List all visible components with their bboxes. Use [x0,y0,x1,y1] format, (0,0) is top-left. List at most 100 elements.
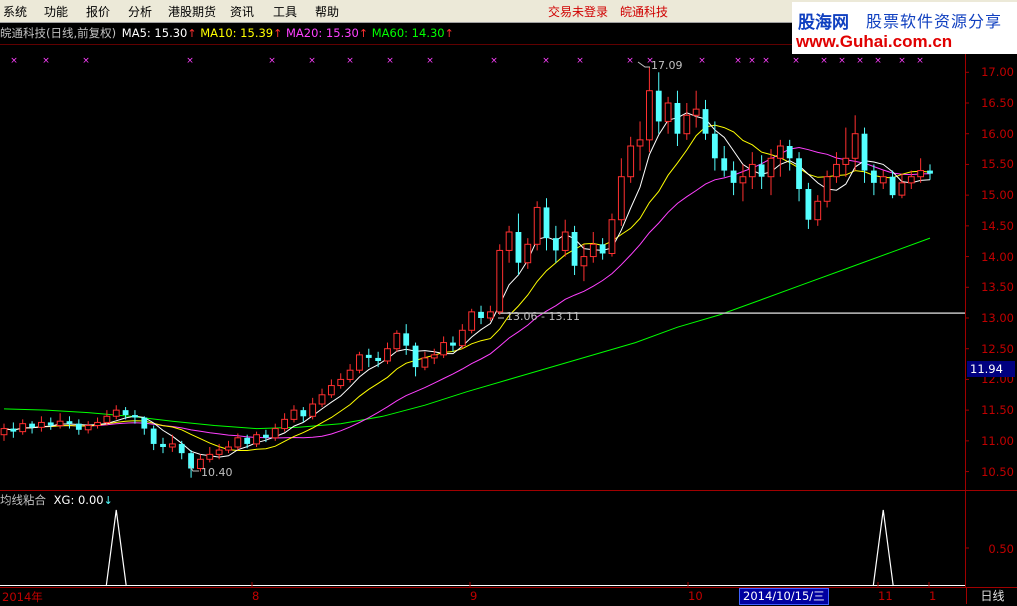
candle-body [281,418,289,430]
candle-body [0,428,8,436]
ma5-label: MA5: 15.30 [121,26,188,40]
xg-value: XG: 0.00 [53,493,104,507]
candle-body [721,158,728,171]
candle-body [403,333,410,346]
signal-marker: × [748,56,756,66]
candle-body [38,421,45,428]
candle-body [533,206,541,245]
time-label: 10 [688,589,703,603]
menu-system[interactable]: 系统 [3,3,27,20]
price-tick-label: 16.00 [981,126,1014,141]
candle-body [271,428,279,439]
candle-body [47,422,54,426]
chart-canvas[interactable]: × × × × × × × × × × × × × × × × × × × × × × × × × [0,22,1017,587]
signal-marker: × [308,56,316,66]
signal-marker: × [42,56,50,66]
ma10-up-arrow-icon: ↑ [273,27,283,40]
candle-body [327,385,335,396]
candle-body [75,423,82,430]
time-label: 2014年 [2,590,43,604]
candle-body [599,244,606,254]
candle-body [580,256,588,267]
candle-body [589,243,597,258]
ma60-up-arrow-icon: ↑ [444,27,454,40]
ma10-line [3,124,931,451]
candle-body [571,232,578,266]
main-chart-legend: 皖通科技(日线,前复权) MA5: 15.30↑ MA10: 15.39↑ MA… [0,25,454,41]
signal-marker: × [820,56,828,66]
time-label: 9 [470,589,478,603]
indicator-title: 均线粘合 [0,493,46,507]
candle-body [917,170,925,178]
signal-marker: × [490,56,498,66]
candle-body [375,357,382,361]
candle-body [132,415,138,418]
candle-body [19,423,27,433]
candle-body [309,403,317,417]
candle-body [458,329,466,347]
menu-function[interactable]: 功能 [44,3,68,20]
ma60-label: MA60: 14.30 [371,26,445,40]
price-tick-label: 15.50 [981,157,1014,172]
candle-body [421,357,429,368]
signal-marker: × [916,56,924,66]
candle-body [150,428,157,444]
menu-analysis[interactable]: 分析 [128,3,152,20]
signal-marker: × [792,56,800,66]
candle-body [393,332,401,350]
menu-news[interactable]: 资讯 [230,3,254,20]
candle-body [748,163,756,178]
candle-body [796,158,802,189]
high-price-annotation: 17.09 [651,59,683,72]
candle-body [515,232,522,263]
candle-body [739,176,747,184]
time-axis: 2014年 8 9 10 11 1 [0,587,1017,606]
stock-name: 皖通科技 [620,5,669,19]
xg-signal-peak [105,509,127,587]
candle-body [365,354,372,358]
signal-marker: × [898,56,906,66]
signal-marker: × [576,56,584,66]
candle-body [112,409,120,417]
menu-hk-futures[interactable]: 港股期货 [168,3,216,20]
signal-marker: × [186,56,194,66]
menu-tools[interactable]: 工具 [273,3,297,20]
price-tick-label: 13.50 [981,280,1014,295]
period-tab-daily[interactable]: 日线 [966,588,1017,604]
candle-body [66,421,73,424]
menu-help[interactable]: 帮助 [315,3,339,20]
signal-marker: × [426,56,434,66]
candle-body [430,354,438,359]
signal-marker: × [762,56,770,66]
candle-body [776,145,784,159]
candle-body [758,164,765,177]
signal-marker: × [386,56,394,66]
candle-body [225,446,232,451]
candle-body [505,231,513,251]
ma5-line [3,112,931,458]
candle-body [168,443,176,448]
brand-banner: 股海网 股票软件资源分享 www.Guhai.com.cn [792,2,1017,54]
candle-body [337,378,345,387]
xg-signal-peak [872,509,894,587]
menu-quote[interactable]: 报价 [86,3,110,20]
login-status[interactable]: 交易未登录 [548,3,608,20]
candle-body [412,345,419,368]
candle-body [561,231,569,251]
candle-body [141,417,148,429]
signal-marker: × [856,56,864,66]
candle-body [543,207,550,239]
candle-body [384,348,391,362]
price-tick-label: 15.00 [981,188,1014,203]
cursor-date-label: 2014/10/15/三 [739,588,829,605]
candle-body [262,434,269,438]
candle-body [94,421,101,426]
brand-slogan: 股票软件资源分享 [866,12,1003,31]
ma20-line [3,146,931,439]
candle-body [879,176,887,184]
candle-body [664,102,672,122]
candle-body [318,394,326,405]
signal-marker: × [874,56,882,66]
candle-body [29,423,35,428]
candle-body [655,90,662,122]
